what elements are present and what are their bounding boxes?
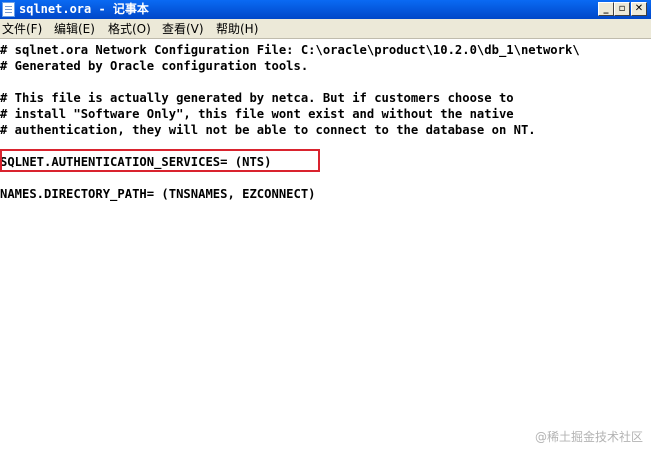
menu-file[interactable]: 文件(F) [2, 21, 42, 37]
window-title: sqlnet.ora - 记事本 [19, 2, 149, 16]
text-line: # install "Software Only", this file won… [0, 107, 514, 121]
text-line: # Generated by Oracle configuration tool… [0, 59, 309, 73]
highlight-box [0, 149, 320, 172]
menu-bar: 文件(F) 编辑(E) 格式(O) 查看(V) 帮助(H) [0, 19, 651, 39]
menu-view[interactable]: 查看(V) [162, 21, 204, 37]
text-line: # sqlnet.ora Network Configuration File:… [0, 43, 580, 57]
minimize-button[interactable]: _ [598, 2, 614, 16]
notepad-icon [2, 2, 15, 17]
title-bar: sqlnet.ora - 记事本 _ ▫ ✕ [0, 0, 651, 19]
restore-button[interactable]: ▫ [614, 2, 630, 16]
menu-format[interactable]: 格式(O) [108, 21, 151, 37]
text-line: # authentication, they will not be able … [0, 123, 536, 137]
text-line: # This file is actually generated by net… [0, 91, 514, 105]
watermark: @稀土掘金技术社区 [534, 430, 643, 444]
close-button[interactable]: ✕ [631, 2, 647, 16]
menu-edit[interactable]: 编辑(E) [54, 21, 95, 37]
menu-help[interactable]: 帮助(H) [216, 21, 258, 37]
text-line: NAMES.DIRECTORY_PATH= (TNSNAMES, EZCONNE… [0, 187, 316, 201]
text-editor[interactable]: # sqlnet.ora Network Configuration File:… [0, 40, 651, 459]
